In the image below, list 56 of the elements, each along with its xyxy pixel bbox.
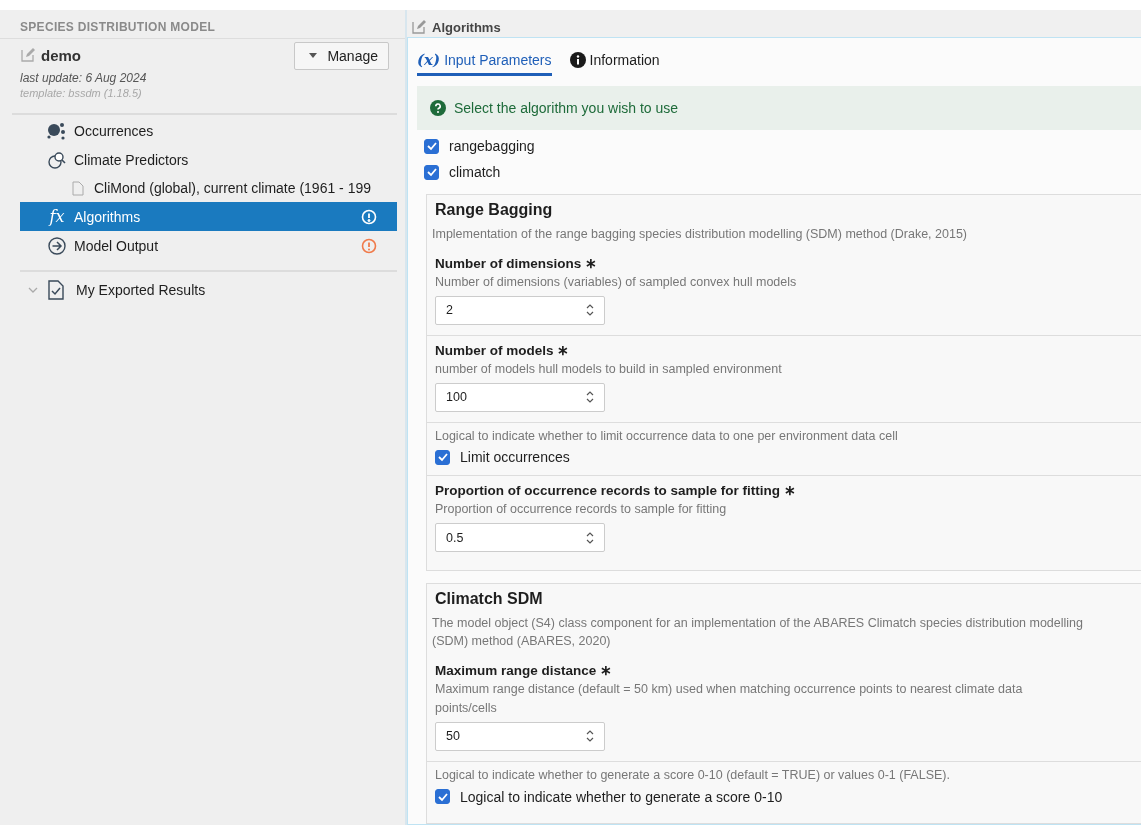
edit-icon [411, 19, 427, 35]
tab[interactable]: (x) Input Parameters [417, 51, 552, 76]
function-icon: fx [49, 207, 65, 226]
field-description: Logical to indicate whether to generate a score 0-10 (default = TRUE) or values 0-1 (FALSE). [435, 766, 951, 784]
variable-icon: (x) [417, 51, 441, 69]
manage-button[interactable]: Manage [294, 42, 389, 70]
field-label: Number of dimensions ∗ [435, 255, 599, 272]
dots-icon [47, 121, 67, 140]
field-label: Proportion of occurrence records to sample for fitting ∗ [435, 482, 797, 499]
sidebar-item[interactable]: Occurrences [20, 116, 397, 145]
checkbox-label: climatch [449, 164, 501, 180]
info-icon [569, 52, 586, 68]
help-icon [430, 100, 446, 116]
document-check-icon [48, 280, 64, 300]
project-name: demo [41, 46, 82, 64]
last-update: last update: 6 Aug 2024 [20, 71, 148, 85]
sidebar-item[interactable]: fx Algorithms [20, 202, 397, 231]
sidebar-item[interactable]: Model Output [20, 231, 397, 260]
section-title: Climatch SDM [434, 590, 544, 610]
field-label: Number of models ∗ [435, 341, 571, 358]
field-label: Maximum range distance ∗ [435, 662, 614, 679]
caret-icon [309, 53, 318, 59]
stepper-icon[interactable] [585, 303, 595, 318]
panel-title: Algorithms [432, 19, 501, 35]
arrow-circle-icon [48, 236, 66, 255]
checkbox[interactable] [424, 164, 439, 180]
checkbox-label: rangebagging [449, 138, 535, 154]
checkbox-label: Logical to indicate whether to generate a score 0-10 [460, 788, 783, 805]
tree-item[interactable]: My Exported Results [76, 282, 206, 298]
globe-search-icon [47, 150, 67, 169]
panel-heading: SPECIES DISTRIBUTION MODEL [0, 10, 405, 39]
stepper-icon[interactable] [585, 390, 595, 405]
sidebar-item[interactable]: CliMond (global), current climate (1961 - 199 [20, 174, 397, 202]
section-description: Implementation of the range bagging species distribution modelling (SDM) method (Drake, 2015) [431, 226, 968, 243]
stepper-icon[interactable] [585, 530, 595, 545]
checkbox-label: Limit occurrences [460, 449, 570, 466]
number-field[interactable]: 0.5 [435, 523, 605, 553]
hint-text: Select the algorithm you wish to use [454, 100, 679, 116]
field-description: Number of dimensions (variables) of sampled convex hull models [435, 274, 798, 292]
checkbox[interactable] [435, 449, 450, 465]
field-description: number of models hull models to build in sampled environment [435, 360, 783, 378]
field-description: Logical to indicate whether to limit occurrence data to one per environment data cell [435, 427, 899, 445]
number-field[interactable]: 50 [435, 721, 605, 751]
field-description: Maximum range distance (default = 50 km) used when matching occurrence points to nearest climate data points/cells [435, 681, 1024, 718]
file-icon [72, 180, 84, 196]
checkbox[interactable] [424, 138, 439, 154]
stepper-icon[interactable] [585, 729, 595, 744]
field-description: Proportion of occurrence records to sample for fitting [435, 501, 728, 519]
checkbox[interactable] [435, 789, 450, 805]
sidebar-item[interactable]: Climate Predictors [20, 145, 397, 174]
section-title: Range Bagging [434, 201, 554, 220]
section-description: The model object (S4) class component for an implementation of the ABARES Climatch species distribution modelling (SDM) method (ABARES, 2020) [431, 615, 1084, 651]
tab[interactable]: Information [569, 51, 660, 76]
number-field[interactable]: 100 [435, 382, 605, 412]
template-version: template: bssdm (1.18.5) [20, 87, 143, 99]
number-field[interactable]: 2 [435, 295, 605, 325]
